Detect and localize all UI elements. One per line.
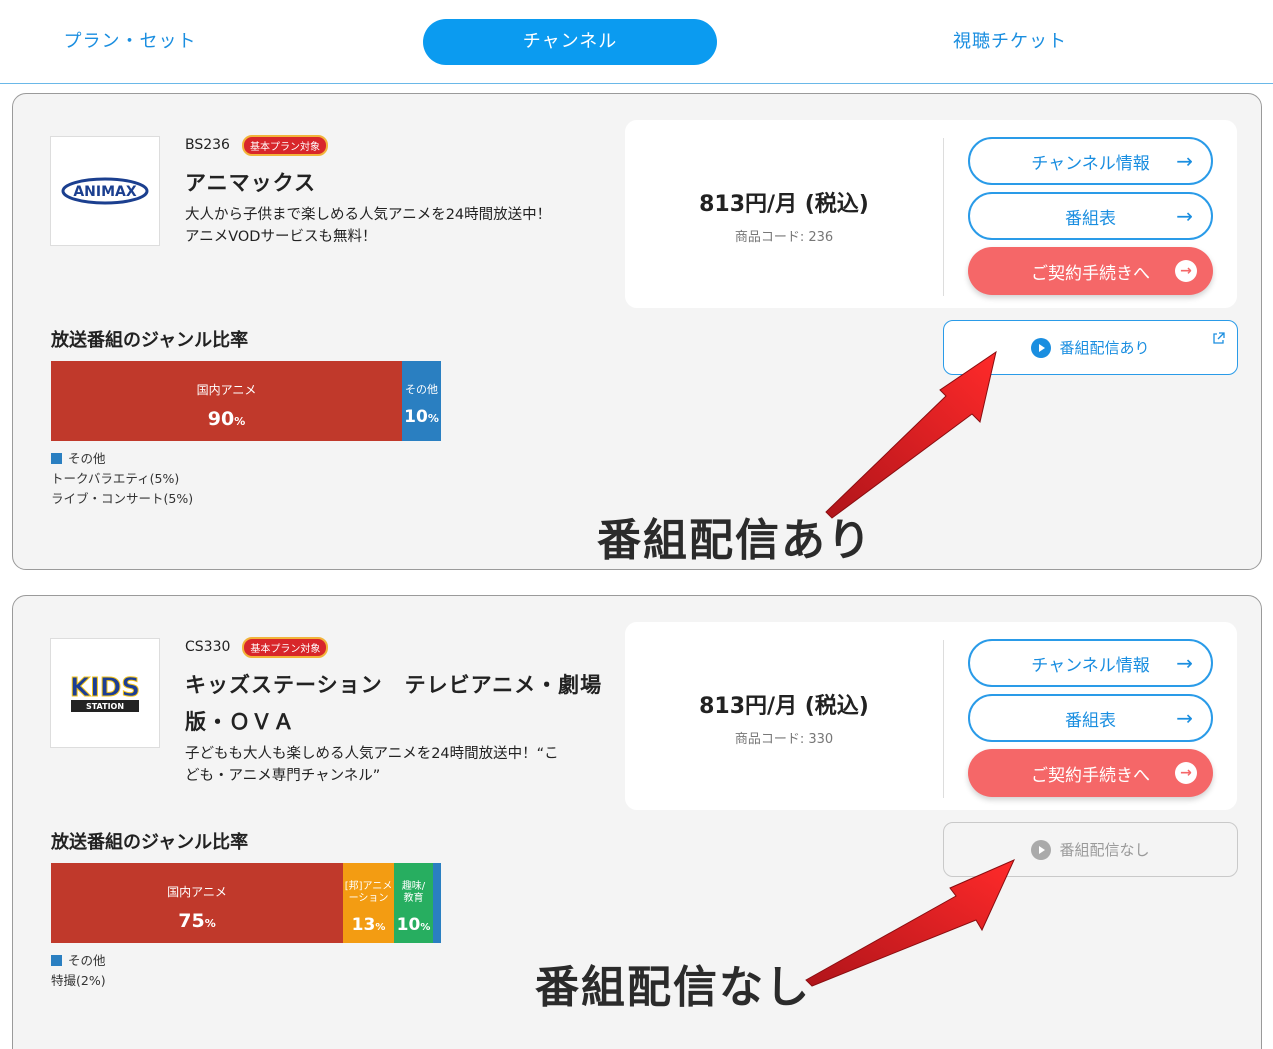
- description-line: アニメVODサービスも無料！: [185, 229, 377, 245]
- channel-name: アニマックス: [185, 171, 316, 195]
- genre-ratio-title: 放送番組のジャンル比率: [51, 832, 249, 853]
- logo-text: KIDS: [70, 673, 140, 703]
- plan-badge: 基本プラン対象: [242, 636, 329, 658]
- channel-meta: CS330 基本プラン対象 キッズステーション テレビアニメ・劇場 版・ＯＶＡ …: [185, 636, 605, 787]
- button-label: チャンネル情報: [1031, 655, 1150, 676]
- play-icon: [1031, 839, 1052, 860]
- contract-button[interactable]: ご契約手続きへ →: [968, 749, 1213, 797]
- divider: [943, 138, 944, 296]
- genre-percent: 75%: [178, 910, 216, 932]
- product-code: 商品コード: 330: [734, 732, 834, 747]
- channel-name-line: 版・ＯＶＡ: [185, 710, 295, 734]
- genre-label: [邦]アニメ ーション: [344, 881, 393, 904]
- stream-label: 番組配信なし: [1059, 841, 1150, 859]
- tab-plan-set[interactable]: プラン・セット: [40, 19, 220, 65]
- other-genre-item: 特撮(2%): [51, 973, 106, 988]
- legend-square-icon: [51, 453, 62, 464]
- logo-subtext: STATION: [86, 702, 124, 711]
- channel-name-line: キッズステーション テレビアニメ・劇場: [185, 673, 603, 697]
- genre-segment-other: その他 10%: [402, 361, 441, 441]
- legend-title: その他: [68, 953, 106, 968]
- other-genre-item: トークバラエティ(5%): [51, 471, 180, 486]
- other-genres-list: その他 特撮(2%): [51, 951, 106, 991]
- genre-percent: 10%: [396, 915, 431, 935]
- description-line: 子どもも大人も楽しめる人気アニメを24時間放送中！“こ: [185, 746, 559, 762]
- channel-card-animax: ANIMAX BS236 基本プラン対象 アニマックス 大人から子供まで楽しめる…: [12, 93, 1262, 570]
- genre-percent: 10%: [404, 407, 439, 427]
- button-label: ご契約手続きへ: [1031, 765, 1150, 786]
- logo-text: ANIMAX: [73, 184, 137, 200]
- genre-ratio-bar: 国内アニメ 75% [邦]アニメ ーション 13% 趣味/教育 10%: [51, 863, 441, 943]
- monthly-price: 813円/月 (税込): [699, 694, 869, 719]
- description-line: 大人から子供まで楽しめる人気アニメを24時間放送中！: [185, 207, 552, 223]
- kids-station-logo: KIDS STATION: [50, 638, 160, 748]
- arrow-circle-icon: →: [1175, 260, 1197, 282]
- genre-segment-hobby-education: 趣味/教育 10%: [394, 863, 433, 943]
- genre-segment-domestic-anime: 国内アニメ 90%: [51, 361, 402, 441]
- animax-logo: ANIMAX: [50, 136, 160, 246]
- arrow-right-icon: →: [1176, 149, 1193, 173]
- tab-bar: プラン・セット チャンネル 視聴チケット: [0, 0, 1273, 84]
- product-code: 商品コード: 236: [734, 230, 834, 245]
- arrow-right-icon: →: [1176, 706, 1193, 730]
- channel-info-button[interactable]: チャンネル情報 →: [968, 137, 1213, 185]
- genre-percent: 13%: [351, 915, 386, 935]
- stream-unavailable-button: 番組配信なし: [943, 822, 1238, 877]
- genre-percent: 90%: [207, 408, 246, 430]
- divider: [943, 640, 944, 798]
- arrow-circle-icon: →: [1175, 762, 1197, 784]
- channel-description: 子どもも大人も楽しめる人気アニメを24時間放送中！“こ ども・アニメ専門チャンネ…: [185, 743, 605, 787]
- annotation-streaming-unavailable: 番組配信なし: [535, 962, 811, 1013]
- schedule-button[interactable]: 番組表 →: [968, 694, 1213, 742]
- button-label: チャンネル情報: [1031, 153, 1150, 174]
- stream-available-button[interactable]: 番組配信あり: [943, 320, 1238, 375]
- channel-meta: BS236 基本プラン対象 アニマックス 大人から子供まで楽しめる人気アニメを2…: [185, 134, 605, 248]
- arrow-right-icon: →: [1176, 204, 1193, 228]
- genre-ratio-bar: 国内アニメ 90% その他 10%: [51, 361, 441, 441]
- button-label: 番組表: [1065, 208, 1116, 229]
- contract-button[interactable]: ご契約手続きへ →: [968, 247, 1213, 295]
- channel-info-button[interactable]: チャンネル情報 →: [968, 639, 1213, 687]
- annotation-streaming-available: 番組配信あり: [597, 515, 873, 566]
- monthly-price: 813円/月 (税込): [699, 192, 869, 217]
- button-label: 番組表: [1065, 710, 1116, 731]
- channel-code: CS330: [185, 639, 231, 655]
- price-panel: 813円/月 (税込) 商品コード: 236 チャンネル情報 → 番組表 → ご…: [625, 120, 1237, 308]
- description-line: ども・アニメ専門チャンネル”: [185, 768, 381, 784]
- other-genres-list: その他 トークバラエティ(5%) ライブ・コンサート(5%): [51, 449, 193, 509]
- play-icon: [1031, 337, 1052, 358]
- genre-label: その他: [405, 383, 438, 396]
- arrow-right-icon: →: [1176, 651, 1193, 675]
- other-genre-item: ライブ・コンサート(5%): [51, 491, 194, 506]
- channel-card-kids-station: KIDS STATION CS330 基本プラン対象 キッズステーション テレビ…: [12, 595, 1262, 1049]
- stream-label: 番組配信あり: [1059, 339, 1150, 357]
- channel-description: 大人から子供まで楽しめる人気アニメを24時間放送中！ アニメVODサービスも無料…: [185, 204, 605, 248]
- channel-code: BS236: [185, 137, 230, 153]
- schedule-button[interactable]: 番組表 →: [968, 192, 1213, 240]
- genre-segment-domestic-anime: 国内アニメ 75%: [51, 863, 343, 943]
- genre-segment-domestic-animation: [邦]アニメ ーション 13%: [343, 863, 394, 943]
- tab-channel[interactable]: チャンネル: [423, 19, 717, 65]
- legend-title: その他: [68, 451, 106, 466]
- genre-label: 国内アニメ: [196, 383, 257, 397]
- channel-name: キッズステーション テレビアニメ・劇場 版・ＯＶＡ: [185, 667, 605, 741]
- tab-viewing-ticket[interactable]: 視聴チケット: [900, 19, 1120, 65]
- genre-label: 趣味/教育: [401, 881, 426, 904]
- price-panel: 813円/月 (税込) 商品コード: 330 チャンネル情報 → 番組表 → ご…: [625, 622, 1237, 810]
- external-link-icon: [1212, 331, 1225, 349]
- genre-label: 国内アニメ: [167, 885, 227, 899]
- plan-badge: 基本プラン対象: [241, 134, 328, 156]
- genre-ratio-title: 放送番組のジャンル比率: [51, 330, 249, 351]
- legend-square-icon: [51, 955, 62, 966]
- button-label: ご契約手続きへ: [1031, 263, 1150, 284]
- genre-segment-other: [433, 863, 441, 943]
